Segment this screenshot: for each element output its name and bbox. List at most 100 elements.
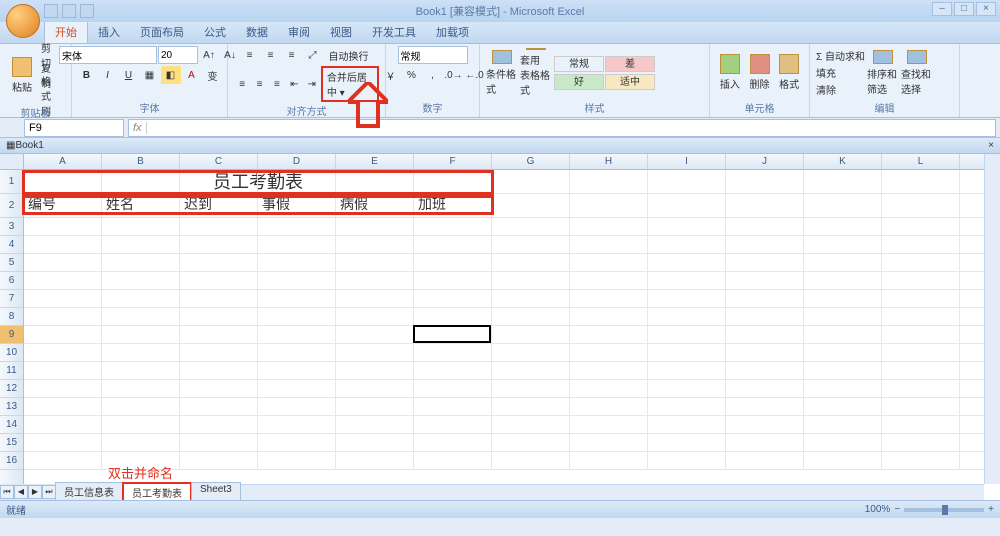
cell[interactable] (336, 254, 414, 271)
cell[interactable] (492, 308, 570, 325)
conditional-format-button[interactable]: 条件格式 (486, 50, 518, 96)
row-header-13[interactable]: 13 (0, 398, 23, 416)
font-name-select[interactable] (59, 46, 157, 64)
cell[interactable] (24, 290, 102, 307)
cell[interactable] (102, 326, 180, 343)
clear-button[interactable]: 清除 (816, 82, 865, 97)
cell[interactable] (648, 344, 726, 361)
align-center-button[interactable]: ≡ (251, 75, 267, 93)
row-header-2[interactable]: 2 (0, 194, 23, 218)
cell[interactable] (726, 416, 804, 433)
cell[interactable] (180, 362, 258, 379)
cell[interactable] (336, 344, 414, 361)
office-button[interactable] (6, 4, 40, 38)
cell[interactable] (882, 218, 960, 235)
cell[interactable] (24, 434, 102, 451)
sheet-nav-last[interactable]: ⏭ (42, 485, 56, 499)
cell[interactable] (492, 362, 570, 379)
cell[interactable] (24, 170, 102, 193)
row-header-12[interactable]: 12 (0, 380, 23, 398)
cell[interactable] (336, 434, 414, 451)
cell[interactable] (414, 344, 492, 361)
ribbon-tab-6[interactable]: 视图 (320, 21, 362, 43)
cell[interactable] (648, 380, 726, 397)
cell[interactable] (804, 416, 882, 433)
row-header-4[interactable]: 4 (0, 236, 23, 254)
sheet-tab-1[interactable]: 员工考勤表 (122, 482, 192, 501)
italic-button[interactable]: I (98, 66, 118, 84)
col-header-I[interactable]: I (648, 154, 726, 169)
cell[interactable] (492, 272, 570, 289)
cell[interactable] (648, 308, 726, 325)
cell[interactable]: 加班 (414, 194, 492, 217)
grow-font-button[interactable]: A↑ (199, 46, 219, 64)
cell[interactable] (414, 362, 492, 379)
name-box[interactable] (24, 119, 124, 137)
cell[interactable] (648, 272, 726, 289)
cell[interactable] (102, 434, 180, 451)
cell[interactable] (336, 362, 414, 379)
cell[interactable] (414, 416, 492, 433)
close-button[interactable]: × (976, 2, 996, 16)
font-size-select[interactable] (158, 46, 198, 64)
cell[interactable] (492, 398, 570, 415)
cell[interactable] (492, 380, 570, 397)
cell[interactable] (258, 326, 336, 343)
sheet-nav-prev[interactable]: ◀ (14, 485, 28, 499)
cell[interactable] (24, 380, 102, 397)
cell[interactable] (804, 344, 882, 361)
cell[interactable] (180, 452, 258, 469)
cell[interactable] (726, 380, 804, 397)
cell[interactable] (24, 272, 102, 289)
cell[interactable] (258, 380, 336, 397)
cell[interactable] (258, 308, 336, 325)
cell[interactable] (180, 344, 258, 361)
cell[interactable] (726, 194, 804, 217)
cell[interactable] (882, 452, 960, 469)
cell[interactable] (24, 398, 102, 415)
cell[interactable] (258, 362, 336, 379)
vertical-scrollbar[interactable] (984, 154, 1000, 484)
cell[interactable] (882, 170, 960, 193)
cell[interactable] (180, 236, 258, 253)
cell[interactable] (102, 398, 180, 415)
cell[interactable] (648, 254, 726, 271)
row-header-6[interactable]: 6 (0, 272, 23, 290)
cell[interactable] (336, 170, 414, 193)
cell[interactable] (492, 170, 570, 193)
cell[interactable] (804, 362, 882, 379)
col-header-G[interactable]: G (492, 154, 570, 169)
cell[interactable] (180, 380, 258, 397)
cell[interactable] (492, 452, 570, 469)
cell[interactable]: 迟到 (180, 194, 258, 217)
cell[interactable] (726, 362, 804, 379)
underline-button[interactable]: U (119, 66, 139, 84)
cell[interactable] (804, 326, 882, 343)
cell[interactable] (882, 398, 960, 415)
cell[interactable] (336, 236, 414, 253)
cell[interactable] (648, 326, 726, 343)
cell[interactable] (570, 344, 648, 361)
cell[interactable] (570, 326, 648, 343)
find-select-button[interactable]: 查找和 选择 (901, 50, 933, 96)
cell[interactable] (726, 308, 804, 325)
zoom-out-button[interactable]: − (894, 504, 900, 515)
cell[interactable] (882, 272, 960, 289)
cell[interactable] (492, 236, 570, 253)
cell[interactable] (648, 416, 726, 433)
cell[interactable] (180, 416, 258, 433)
cell[interactable] (24, 308, 102, 325)
cell[interactable] (102, 308, 180, 325)
cell[interactable] (570, 416, 648, 433)
cell[interactable] (804, 194, 882, 217)
cell-grid[interactable]: 员工考勤表 编号姓名迟到事假病假加班 (24, 170, 984, 484)
cell[interactable] (24, 254, 102, 271)
cell[interactable] (336, 326, 414, 343)
cell[interactable] (882, 434, 960, 451)
format-cells-button[interactable]: 格式 (775, 50, 803, 96)
col-header-J[interactable]: J (726, 154, 804, 169)
sheet-nav-first[interactable]: ⏮ (0, 485, 14, 499)
comma-button[interactable]: , (423, 66, 443, 84)
cell[interactable] (882, 236, 960, 253)
row-header-11[interactable]: 11 (0, 362, 23, 380)
